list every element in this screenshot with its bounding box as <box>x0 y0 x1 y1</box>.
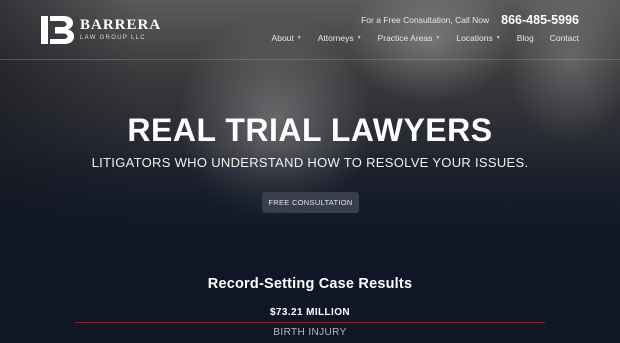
nav-label-blog: Blog <box>516 33 534 43</box>
main-nav: About ▼ Attorneys ▼ Practice Areas ▼ Loc… <box>272 33 579 43</box>
nav-label-locations: Locations <box>456 33 493 43</box>
nav-label-about: About <box>271 33 294 43</box>
nav-item-practice-areas[interactable]: Practice Areas ▼ <box>378 33 441 43</box>
chevron-down-icon: ▼ <box>495 35 501 41</box>
result-type: BIRTH INJURY <box>273 327 347 338</box>
nav-item-contact[interactable]: Contact <box>550 33 579 43</box>
nav-label-contact: Contact <box>549 33 579 43</box>
site-header: BARRERA LAW GROUP LLC For a Free Consult… <box>0 0 620 60</box>
nav-item-locations[interactable]: Locations ▼ <box>456 33 500 43</box>
results-title: Record-Setting Case Results <box>207 276 413 292</box>
brand-subtitle: LAW GROUP LLC <box>80 35 146 41</box>
chevron-down-icon: ▼ <box>356 35 362 41</box>
logo[interactable]: BARRERA LAW GROUP LLC <box>41 16 161 44</box>
logo-text: BARRERA LAW GROUP LLC <box>80 18 161 42</box>
nav-label-practice-areas: Practice Areas <box>377 33 433 43</box>
chevron-down-icon: ▼ <box>296 35 302 41</box>
consultation-callout: For a Free Consultation, Call Now 866-48… <box>361 13 579 27</box>
nav-item-attorneys[interactable]: Attorneys ▼ <box>318 33 362 43</box>
result-amount: $73.21 MILLION <box>269 307 351 318</box>
call-label: For a Free Consultation, Call Now <box>361 15 490 25</box>
hero-headline: REAL TRIAL LAWYERS <box>127 112 493 148</box>
hero-subheadline: LITIGATORS WHO UNDERSTAND HOW TO RESOLVE… <box>91 155 529 170</box>
nav-item-about[interactable]: About ▼ <box>272 33 302 43</box>
nav-label-attorneys: Attorneys <box>317 33 354 43</box>
chevron-down-icon: ▼ <box>435 35 441 41</box>
result-divider <box>75 322 545 323</box>
nav-item-blog[interactable]: Blog <box>517 33 534 43</box>
free-consultation-button[interactable]: FREE CONSULTATION <box>262 192 359 213</box>
brand-name: BARRERA <box>80 17 162 33</box>
logo-mark-icon <box>41 16 74 44</box>
phone-link[interactable]: 866-485-5996 <box>501 13 579 27</box>
